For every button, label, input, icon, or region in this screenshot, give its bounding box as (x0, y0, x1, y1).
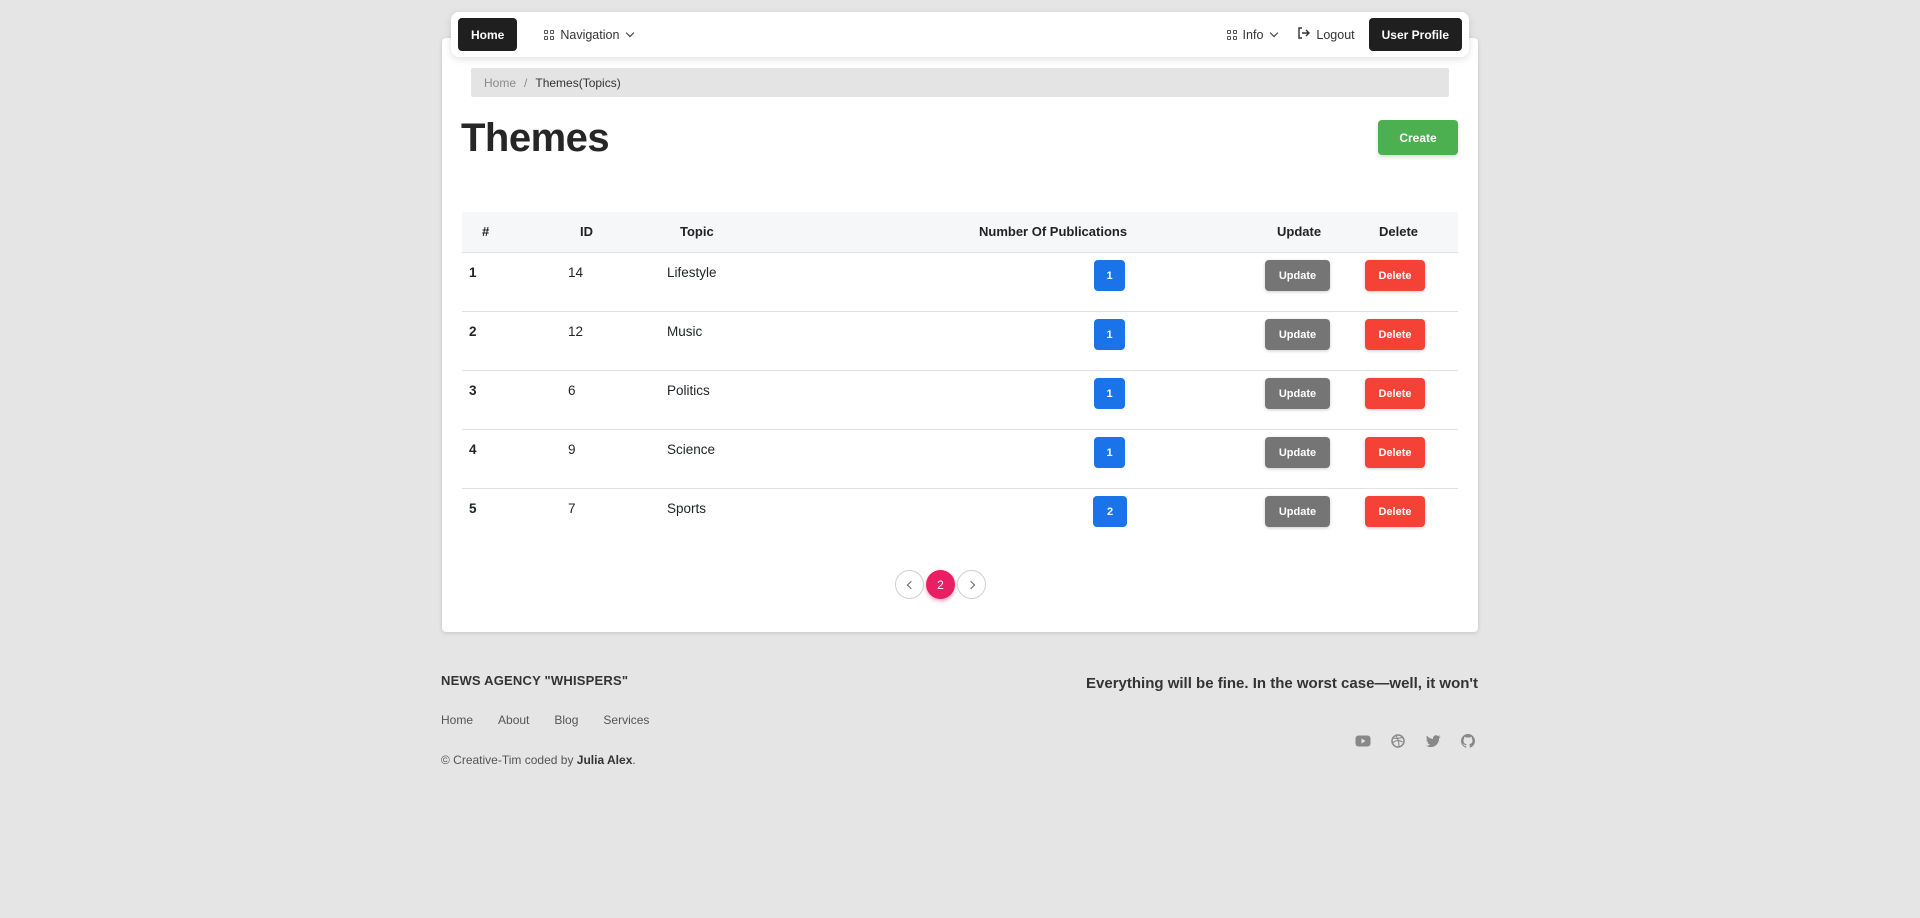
chevron-right-icon (966, 580, 975, 589)
row-num: 1 (469, 265, 477, 280)
row-num: 3 (469, 383, 477, 398)
delete-button[interactable]: Delete (1365, 437, 1425, 468)
row-topic: Science (667, 442, 716, 457)
publications-badge[interactable]: 2 (1093, 496, 1127, 527)
youtube-icon[interactable] (1355, 733, 1371, 749)
row-id: 7 (568, 501, 576, 516)
update-button[interactable]: Update (1265, 378, 1330, 409)
footer-links: Home About Blog Services (441, 713, 649, 727)
info-label: Info (1242, 27, 1264, 42)
delete-button[interactable]: Delete (1365, 496, 1425, 527)
pagination-prev[interactable] (895, 570, 924, 599)
chevron-down-icon (1270, 28, 1279, 38)
table-row: 3 6 Politics 1 Update Delete (462, 371, 1458, 430)
chevron-down-icon (626, 28, 635, 38)
footer-copyright: © Creative-Tim coded by Julia Alex. (441, 753, 636, 767)
publications-badge[interactable]: 1 (1094, 260, 1125, 291)
themes-table: # ID Topic Number Of Publications Update… (462, 212, 1458, 548)
footer-brand: NEWS AGENCY "WHISPERS" (441, 673, 629, 688)
table-row: 2 12 Music 1 Update Delete (462, 312, 1458, 371)
page-title: Themes (461, 116, 610, 160)
navbar: Home Navigation Info Logout User Profile (451, 12, 1469, 57)
row-topic: Sports (667, 501, 707, 516)
header-publications: Number Of Publications (979, 224, 1128, 239)
user-profile-button[interactable]: User Profile (1368, 18, 1462, 51)
table-row: 5 7 Sports 2 Update Delete (462, 489, 1458, 548)
update-button[interactable]: Update (1265, 260, 1330, 291)
publications-badge[interactable]: 1 (1094, 437, 1125, 468)
row-num: 5 (469, 501, 477, 516)
pagination: 2 (895, 570, 986, 599)
footer-link-services[interactable]: Services (603, 713, 649, 727)
footer-link-blog[interactable]: Blog (554, 713, 578, 727)
social-links (1355, 733, 1476, 749)
logout-icon (1297, 27, 1311, 42)
logout-link[interactable]: Logout (1297, 27, 1355, 42)
footer-link-home[interactable]: Home (441, 713, 473, 727)
copyright-suffix: . (632, 753, 636, 767)
breadcrumb-separator: / (524, 75, 528, 90)
grid-icon (1226, 29, 1237, 40)
row-topic: Politics (667, 383, 710, 398)
grid-icon (544, 29, 555, 40)
row-num: 4 (469, 442, 477, 457)
header-num: # (482, 224, 490, 239)
row-id: 9 (568, 442, 576, 457)
dribbble-icon[interactable] (1390, 733, 1406, 749)
navigation-dropdown[interactable]: Navigation (544, 27, 635, 42)
navigation-label: Navigation (560, 27, 620, 42)
table-row: 4 9 Science 1 Update Delete (462, 430, 1458, 489)
home-button[interactable]: Home (458, 18, 518, 51)
update-button[interactable]: Update (1265, 437, 1330, 468)
pagination-page[interactable]: 2 (926, 570, 955, 599)
delete-button[interactable]: Delete (1365, 378, 1425, 409)
delete-button[interactable]: Delete (1365, 319, 1425, 350)
publications-badge[interactable]: 1 (1094, 378, 1125, 409)
update-button[interactable]: Update (1265, 496, 1330, 527)
pagination-next[interactable] (957, 570, 986, 599)
copyright-prefix: © Creative-Tim coded by (441, 753, 577, 767)
create-button[interactable]: Create (1378, 120, 1458, 155)
header-delete: Delete (1379, 224, 1419, 239)
footer-link-about[interactable]: About (498, 713, 529, 727)
row-id: 12 (568, 324, 584, 339)
chevron-left-icon (906, 580, 915, 589)
twitter-icon[interactable] (1425, 733, 1441, 749)
header-id: ID (580, 224, 593, 239)
row-num: 2 (469, 324, 477, 339)
copyright-author[interactable]: Julia Alex (577, 753, 633, 767)
row-id: 14 (568, 265, 584, 280)
table-header: # ID Topic Number Of Publications Update… (462, 212, 1458, 253)
row-topic: Music (667, 324, 703, 339)
breadcrumb-current: Themes(Topics) (535, 75, 621, 90)
breadcrumb-home[interactable]: Home (484, 76, 516, 90)
github-icon[interactable] (1460, 733, 1476, 749)
logout-label: Logout (1316, 27, 1355, 42)
row-id: 6 (568, 383, 576, 398)
header-update: Update (1277, 224, 1322, 239)
header-topic: Topic (680, 224, 714, 239)
publications-badge[interactable]: 1 (1094, 319, 1125, 350)
breadcrumb: Home / Themes(Topics) (471, 68, 1449, 97)
row-topic: Lifestyle (667, 265, 717, 280)
table-row: 1 14 Lifestyle 1 Update Delete (462, 253, 1458, 312)
delete-button[interactable]: Delete (1365, 260, 1425, 291)
footer-quote: Everything will be fine. In the worst ca… (1086, 675, 1478, 692)
info-dropdown[interactable]: Info (1226, 27, 1279, 42)
update-button[interactable]: Update (1265, 319, 1330, 350)
